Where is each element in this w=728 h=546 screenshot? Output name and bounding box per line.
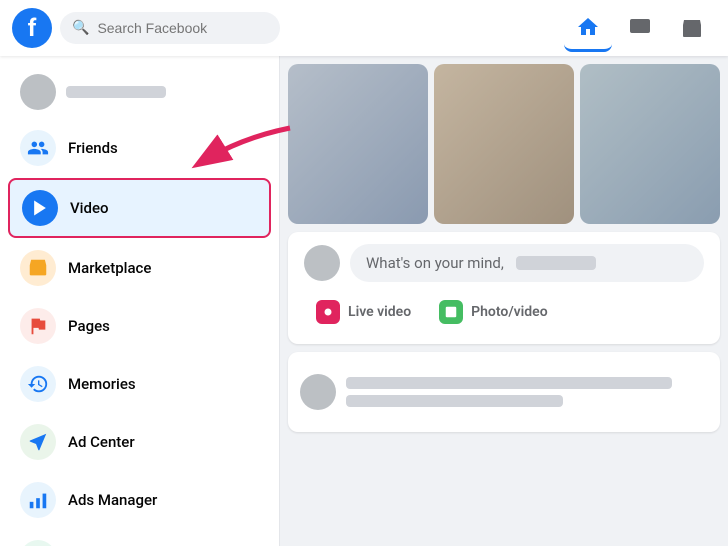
blur-line bbox=[346, 395, 563, 407]
search-bar[interactable]: 🔍 bbox=[60, 12, 280, 44]
ad-center-icon bbox=[20, 424, 56, 460]
sidebar-item-label: Pages bbox=[68, 317, 110, 335]
video-icon bbox=[22, 190, 58, 226]
memories-icon bbox=[20, 366, 56, 402]
sidebar-item-pages[interactable]: Pages bbox=[8, 298, 271, 354]
live-video-label: Live video bbox=[348, 304, 411, 320]
sidebar-item-marketplace[interactable]: Marketplace bbox=[8, 240, 271, 296]
search-input[interactable] bbox=[97, 20, 268, 36]
post-content-blur bbox=[346, 377, 708, 407]
sidebar-item-label: Ads Manager bbox=[68, 491, 157, 509]
avatar bbox=[20, 74, 56, 110]
post-placeholder-text: What's on your mind, bbox=[366, 254, 504, 272]
watch-nav-button[interactable] bbox=[616, 4, 664, 52]
story-card[interactable] bbox=[288, 64, 428, 224]
pages-icon bbox=[20, 308, 56, 344]
user-avatar bbox=[304, 245, 340, 281]
photo-video-icon bbox=[439, 300, 463, 324]
sidebar-item-label: Marketplace bbox=[68, 259, 151, 277]
live-video-icon bbox=[316, 300, 340, 324]
story-card[interactable] bbox=[434, 64, 574, 224]
facebook-logo[interactable]: f bbox=[12, 8, 52, 48]
create-post-box: What's on your mind, Live video bbox=[288, 232, 720, 344]
sidebar-item-memories[interactable]: Memories bbox=[8, 356, 271, 412]
live-video-button[interactable]: Live video bbox=[304, 292, 423, 332]
sidebar-item-video[interactable]: Video bbox=[8, 178, 271, 238]
story-image bbox=[580, 64, 720, 224]
feed-post-card bbox=[288, 352, 720, 432]
story-image bbox=[288, 64, 428, 224]
search-icon: 🔍 bbox=[72, 20, 89, 36]
story-image bbox=[434, 64, 574, 224]
avatar bbox=[300, 374, 336, 410]
blur-line bbox=[346, 377, 672, 389]
fb-f-letter: f bbox=[28, 16, 37, 40]
sidebar-user-profile[interactable] bbox=[8, 66, 271, 118]
photo-video-label: Photo/video bbox=[471, 304, 548, 320]
marketplace-nav-button[interactable] bbox=[668, 4, 716, 52]
home-nav-button[interactable] bbox=[564, 4, 612, 52]
ads-manager-icon bbox=[20, 482, 56, 518]
user-name-placeholder bbox=[516, 256, 596, 270]
top-navigation: f 🔍 bbox=[0, 0, 728, 56]
user-name bbox=[66, 86, 166, 98]
sidebar-item-label: Memories bbox=[68, 375, 136, 393]
friends-icon bbox=[20, 130, 56, 166]
stories-row bbox=[288, 64, 720, 224]
sidebar-item-label: Ad Center bbox=[68, 433, 135, 451]
marketplace-icon bbox=[20, 250, 56, 286]
sidebar: Friends Video Marketplace bbox=[0, 56, 280, 546]
sidebar-item-ad-center[interactable]: Ad Center bbox=[8, 414, 271, 470]
sidebar-item-ads-manager[interactable]: Ads Manager bbox=[8, 472, 271, 528]
post-actions: Live video Photo/video bbox=[304, 292, 704, 332]
climate-icon bbox=[20, 540, 56, 546]
sidebar-item-label: Video bbox=[70, 199, 109, 217]
post-box-top: What's on your mind, bbox=[304, 244, 704, 282]
feed-content: What's on your mind, Live video bbox=[280, 56, 728, 546]
sidebar-item-climate[interactable]: Climate Science Center bbox=[8, 530, 271, 546]
post-input[interactable]: What's on your mind, bbox=[350, 244, 704, 282]
nav-icon-group bbox=[564, 4, 716, 52]
main-layout: Friends Video Marketplace bbox=[0, 56, 728, 546]
sidebar-item-label: Friends bbox=[68, 139, 118, 157]
photo-video-button[interactable]: Photo/video bbox=[427, 292, 560, 332]
story-card[interactable] bbox=[580, 64, 720, 224]
sidebar-item-friends[interactable]: Friends bbox=[8, 120, 271, 176]
